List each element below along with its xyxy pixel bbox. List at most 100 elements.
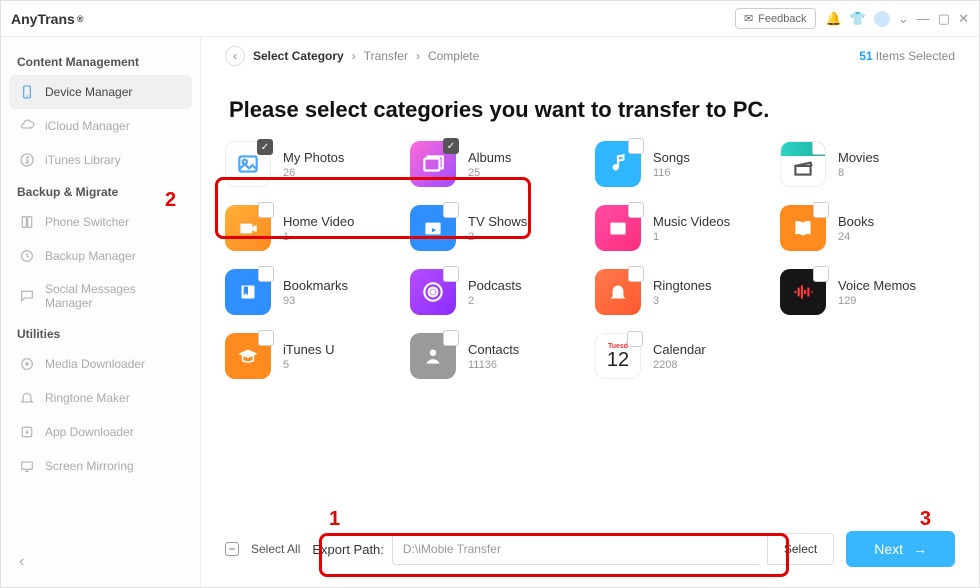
cat-count: 1 bbox=[653, 231, 730, 243]
select-all-checkbox[interactable]: − bbox=[225, 542, 239, 556]
nav-label: iCloud Manager bbox=[45, 119, 130, 133]
app-download-icon bbox=[19, 424, 35, 440]
cat-name: Podcasts bbox=[468, 278, 521, 293]
sidebar-item-media-dl[interactable]: Media Downloader bbox=[9, 347, 192, 381]
cat-itunes-u[interactable]: iTunes U 5 bbox=[225, 333, 400, 379]
page-title: Please select categories you want to tra… bbox=[229, 97, 955, 123]
cat-contacts[interactable]: Contacts11136 bbox=[410, 333, 585, 379]
switch-icon bbox=[19, 214, 35, 230]
feedback-button[interactable]: ✉ Feedback bbox=[735, 8, 816, 29]
crumb-step-1[interactable]: Select Category bbox=[253, 49, 344, 63]
shirt-icon[interactable]: 👕 bbox=[850, 11, 866, 27]
maximize-icon[interactable]: ▢ bbox=[938, 11, 950, 27]
cat-calendar[interactable]: Tuesd12Calendar2208 bbox=[595, 333, 770, 379]
select-path-button[interactable]: Select bbox=[767, 533, 834, 565]
nav-label: Device Manager bbox=[45, 85, 132, 99]
device-icon bbox=[19, 84, 35, 100]
cat-name: Bookmarks bbox=[283, 278, 348, 293]
sidebar-section-content: Content Management bbox=[9, 49, 192, 75]
sidebar-item-itunes[interactable]: iTunes Library bbox=[9, 143, 192, 177]
cat-songs[interactable]: Songs116 bbox=[595, 141, 770, 187]
cat-count: 3 bbox=[653, 295, 712, 307]
footer-bar: − Select All Export Path: Select Next→ bbox=[225, 527, 955, 571]
select-all-label[interactable]: Select All bbox=[251, 542, 300, 556]
chat-icon bbox=[19, 288, 35, 304]
cat-name: Albums bbox=[468, 150, 511, 165]
minimize-icon[interactable]: — bbox=[917, 11, 930, 26]
category-grid: ✓My Photos26 ✓Albums25 Songs116 Movies8 … bbox=[225, 141, 955, 379]
items-selected: 51Items Selected bbox=[859, 49, 955, 63]
cat-bookmarks[interactable]: Bookmarks93 bbox=[225, 269, 400, 315]
check-icon: ✓ bbox=[443, 138, 459, 154]
nav-label: Ringtone Maker bbox=[45, 391, 130, 405]
podcast-icon bbox=[420, 279, 446, 305]
cat-movies[interactable]: Movies8 bbox=[780, 141, 955, 187]
check-icon bbox=[628, 138, 644, 154]
cat-home-video[interactable]: Home Video1 bbox=[225, 205, 400, 251]
cal-num: 12 bbox=[607, 350, 629, 370]
check-icon bbox=[813, 202, 829, 218]
check-icon bbox=[443, 330, 459, 346]
check-icon bbox=[812, 141, 826, 155]
check-icon bbox=[258, 330, 274, 346]
video-icon bbox=[235, 215, 261, 241]
titlebar: AnyTrans® ✉ Feedback 🔔 👕 ⌄ — ▢ ✕ bbox=[1, 1, 979, 37]
cat-music-videos[interactable]: Music Videos1 bbox=[595, 205, 770, 251]
cat-count: 2 bbox=[468, 295, 521, 307]
sidebar-item-app-dl[interactable]: App Downloader bbox=[9, 415, 192, 449]
photo-icon bbox=[235, 151, 261, 177]
check-icon bbox=[258, 202, 274, 218]
check-icon bbox=[628, 266, 644, 282]
avatar-icon[interactable] bbox=[874, 11, 890, 27]
cat-tv-shows[interactable]: TV Shows2 bbox=[410, 205, 585, 251]
cat-name: Calendar bbox=[653, 342, 706, 357]
check-icon bbox=[443, 202, 459, 218]
bell-icon[interactable]: 🔔 bbox=[826, 11, 842, 27]
cat-podcasts[interactable]: Podcasts 2 bbox=[410, 269, 585, 315]
app-brand: AnyTrans® bbox=[11, 11, 83, 27]
main-panel: ‹ Select Category › Transfer › Complete … bbox=[201, 37, 979, 587]
cat-count: 116 bbox=[653, 167, 690, 179]
cat-count: 5 bbox=[283, 359, 335, 371]
nav-label: Backup Manager bbox=[45, 249, 136, 263]
cat-name: TV Shows bbox=[468, 214, 527, 229]
cat-ringtones[interactable]: Ringtones3 bbox=[595, 269, 770, 315]
sidebar-item-social[interactable]: Social Messages Manager bbox=[9, 273, 192, 319]
cat-albums[interactable]: ✓ Albums 25 bbox=[410, 141, 585, 187]
sidebar-item-mirror[interactable]: Screen Mirroring bbox=[9, 449, 192, 483]
cloud-icon bbox=[19, 118, 35, 134]
sidebar-collapse[interactable]: ‹ bbox=[9, 547, 192, 577]
export-path-label: Export Path: bbox=[312, 542, 384, 557]
cat-voice-memos[interactable]: Voice Memos129 bbox=[780, 269, 955, 315]
next-button[interactable]: Next→ bbox=[846, 531, 955, 567]
cat-my-photos[interactable]: ✓My Photos26 bbox=[225, 141, 400, 187]
sidebar-item-ringtone[interactable]: Ringtone Maker bbox=[9, 381, 192, 415]
grad-cap-icon bbox=[235, 343, 261, 369]
cat-name: Contacts bbox=[468, 342, 519, 357]
nav-label: iTunes Library bbox=[45, 153, 121, 167]
cat-name: iTunes U bbox=[283, 342, 335, 357]
nav-label: Social Messages Manager bbox=[45, 282, 182, 310]
sidebar-item-device-manager[interactable]: Device Manager bbox=[9, 75, 192, 109]
sidebar-item-phone-switcher[interactable]: Phone Switcher bbox=[9, 205, 192, 239]
cat-count: 26 bbox=[283, 167, 344, 179]
breadcrumb-back[interactable]: ‹ bbox=[225, 46, 245, 66]
sidebar-item-backup-manager[interactable]: Backup Manager bbox=[9, 239, 192, 273]
chevron-right-icon: › bbox=[352, 49, 356, 63]
export-path-input[interactable] bbox=[392, 533, 759, 565]
music-video-icon bbox=[605, 215, 631, 241]
cat-books[interactable]: Books24 bbox=[780, 205, 955, 251]
brand-text: AnyTrans bbox=[11, 11, 75, 27]
cat-name: Movies bbox=[838, 150, 879, 165]
cat-count: 24 bbox=[838, 231, 874, 243]
waveform-icon bbox=[790, 279, 816, 305]
cat-count: 25 bbox=[468, 167, 511, 179]
close-icon[interactable]: ✕ bbox=[958, 11, 969, 27]
cat-name: Voice Memos bbox=[838, 278, 916, 293]
chevron-down-icon[interactable]: ⌄ bbox=[898, 11, 909, 27]
tv-icon bbox=[420, 215, 446, 241]
music-note-icon bbox=[19, 152, 35, 168]
book-icon bbox=[790, 215, 816, 241]
sidebar-item-icloud[interactable]: iCloud Manager bbox=[9, 109, 192, 143]
cat-name: Home Video bbox=[283, 214, 354, 229]
